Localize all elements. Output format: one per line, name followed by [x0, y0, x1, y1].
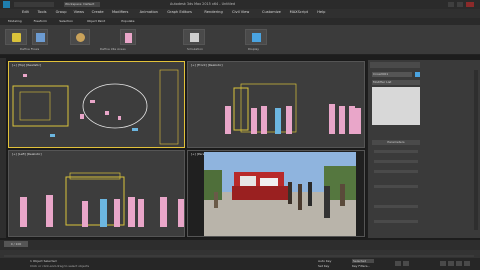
top-view-scene [12, 69, 179, 145]
close-icon[interactable] [466, 2, 474, 7]
left-toolbar [0, 58, 6, 238]
people-icon [125, 33, 132, 43]
flow-icon [12, 33, 21, 42]
ribbon-tab[interactable]: Modeling [8, 19, 22, 23]
ribbon-tool-button[interactable] [32, 29, 48, 45]
menu-item[interactable]: Tools [38, 10, 47, 14]
modifier-list-dropdown[interactable]: Modifier List [372, 80, 420, 85]
menu-item[interactable]: Animation [140, 10, 158, 14]
menu-item[interactable]: Modifiers [112, 10, 128, 14]
perspective-render [204, 152, 356, 236]
simulate-button[interactable] [183, 29, 205, 45]
command-panel: Crowd001 Modifier List Parameters [368, 60, 480, 238]
viewport-perspective[interactable]: [+] [Perspective] [Realistic] [187, 150, 365, 237]
walkway-icon [36, 33, 45, 42]
app-logo-icon[interactable] [3, 1, 10, 8]
pan-icon[interactable] [448, 261, 454, 266]
simulate-icon [190, 33, 199, 42]
ribbon-tab[interactable]: Freeform [34, 19, 47, 23]
rollout-header[interactable]: Parameters [372, 140, 420, 145]
ribbon-tab[interactable]: Object Paint [87, 19, 105, 23]
ribbon-panel: Define Flows Define Idle Areas Simulatio… [0, 25, 480, 55]
track-bar[interactable] [0, 250, 480, 258]
viewport-front[interactable]: [+] [Front] [Realistic] [187, 61, 365, 148]
ribbon-group-label: Define Idle Areas [100, 47, 126, 51]
maximize-icon[interactable] [457, 2, 463, 7]
menu-item[interactable]: Help [317, 10, 325, 14]
parameter-row[interactable] [374, 170, 418, 173]
display-button[interactable] [245, 29, 267, 45]
viewport-left[interactable]: [+] [Left] [Realistic] [8, 150, 185, 237]
status-prompt: Click or click-and-drag to select object… [30, 264, 90, 268]
parameter-row[interactable] [374, 160, 418, 163]
ribbon-group-label: Define Flows [20, 47, 40, 51]
display-icon [252, 33, 261, 42]
selected-dropdown[interactable]: Selected [352, 259, 374, 263]
window-title: Autodesk 3ds Max 2015 x64 - Untitled [170, 2, 235, 6]
menu-bar: Edit Tools Group Views Create Modifiers Animat… [0, 9, 480, 18]
selection-count: 1 Object Selected [30, 259, 57, 263]
menu-item[interactable]: MAXScript [290, 10, 308, 14]
parameter-row[interactable] [374, 185, 418, 188]
menu-item[interactable]: Customize [262, 10, 281, 14]
zoom-icon[interactable] [440, 261, 446, 266]
object-name-field[interactable]: Crowd001 [372, 72, 412, 77]
left-view-scene [20, 172, 184, 227]
key-filters-button[interactable]: Key Filters... [352, 264, 370, 268]
menu-item[interactable]: Create [92, 10, 104, 14]
workspace-dropdown[interactable]: Workspace: Default [64, 2, 100, 7]
panel-scrollbar[interactable] [474, 70, 478, 230]
idle-area-icon [76, 33, 85, 42]
object-color-swatch[interactable] [415, 72, 420, 77]
ribbon-group-label: Display [248, 47, 260, 51]
quick-access-icon[interactable] [14, 2, 54, 7]
auto-key-button[interactable]: Auto Key [318, 259, 331, 263]
viewport-top[interactable]: [+] [Top] [Realistic] [8, 61, 185, 148]
minimize-icon[interactable] [448, 2, 454, 7]
viewport-area: [+] [Top] [Realistic] [+] [Front] [Reali… [7, 60, 366, 238]
ribbon-tab[interactable]: Populate [121, 19, 134, 23]
menu-item[interactable]: Civil View [232, 10, 249, 14]
set-key-button[interactable]: Set Key [318, 264, 329, 268]
track-ticks [4, 255, 474, 257]
menu-item[interactable]: Rendering [204, 10, 222, 14]
orbit-icon[interactable] [456, 261, 462, 266]
ribbon-tool-button[interactable] [120, 29, 136, 45]
maximize-viewport-icon[interactable] [464, 261, 470, 266]
title-bar: Workspace: Default Autodesk 3ds Max 2015… [0, 0, 480, 9]
modifier-stack[interactable] [372, 87, 420, 125]
menu-item[interactable]: Edit [22, 10, 29, 14]
parameter-row[interactable] [374, 205, 418, 208]
create-flow-button[interactable] [5, 29, 27, 45]
front-view-scene [225, 83, 361, 134]
ribbon-tab[interactable]: Selection [59, 19, 73, 23]
ribbon-tabs: Modeling Freeform Selection Object Paint Pop… [0, 18, 480, 25]
parameter-row[interactable] [374, 220, 418, 223]
menu-item[interactable]: Graph Editors [167, 10, 192, 14]
menu-item[interactable]: Group [56, 10, 67, 14]
ribbon-group-label: Simulation [187, 47, 203, 51]
time-slider[interactable]: 0 / 100 [0, 240, 480, 250]
status-bar: 1 Object Selected Click or click-and-dra… [0, 258, 480, 270]
idle-area-button[interactable] [70, 29, 90, 45]
panel-tabs [370, 62, 420, 68]
menu-item[interactable]: Views [74, 10, 84, 14]
play-icon[interactable] [395, 261, 401, 266]
next-frame-icon[interactable] [403, 261, 409, 266]
parameter-row[interactable] [374, 150, 418, 153]
time-slider-handle[interactable]: 0 / 100 [4, 241, 28, 247]
